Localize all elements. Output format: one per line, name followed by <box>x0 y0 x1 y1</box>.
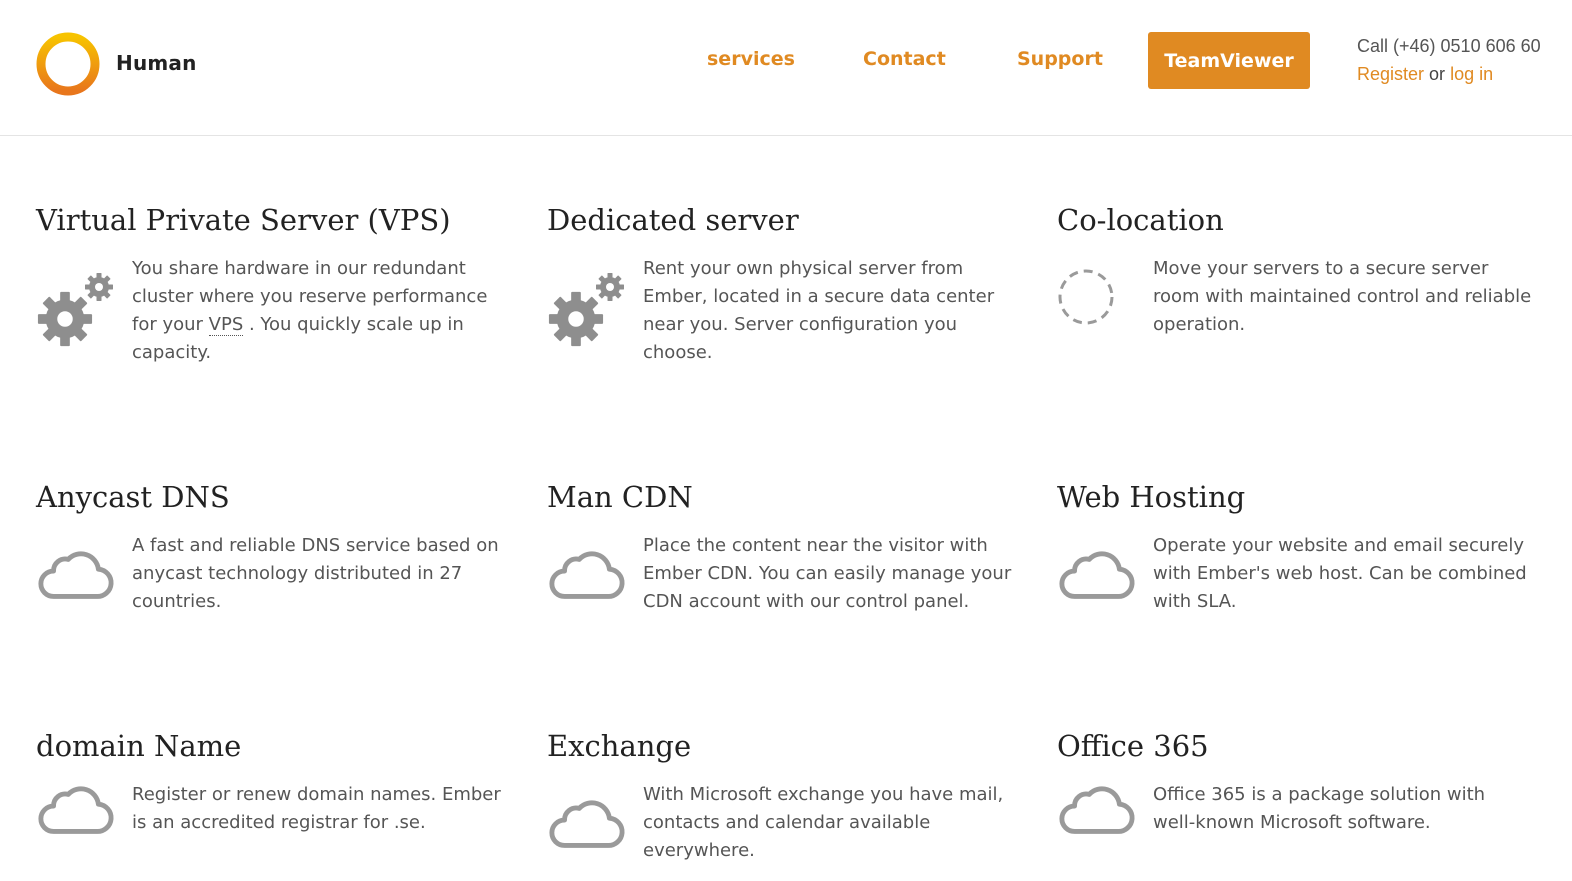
service-title: Virtual Private Server (VPS) <box>36 203 451 237</box>
register-link[interactable]: Register <box>1357 64 1424 84</box>
service-description: A fast and reliable DNS service based on… <box>132 535 499 612</box>
service-title: domain Name <box>36 729 242 763</box>
service-title: Office 365 <box>1057 729 1209 763</box>
service-card-web-hosting: Web Hosting Operate your website and ema… <box>1057 479 1537 612</box>
cloud-icon <box>36 782 114 838</box>
service-description: Rent your own physical server from Ember… <box>643 258 995 363</box>
brand-name[interactable]: Human <box>116 51 197 75</box>
dashed-circle-icon <box>1058 269 1114 325</box>
login-link[interactable]: log in <box>1450 64 1493 84</box>
gears-icon <box>37 273 113 347</box>
service-description: Place the content near the visitor with … <box>643 535 1012 612</box>
cloud-icon <box>1057 782 1135 838</box>
service-title: Man CDN <box>547 480 693 514</box>
service-title: Co-location <box>1057 203 1224 237</box>
service-description: Office 365 is a package solution with we… <box>1153 784 1486 833</box>
service-title: Web Hosting <box>1057 480 1246 514</box>
auth-links: Register or log in <box>1357 64 1493 85</box>
service-card-anycast-dns: Anycast DNS A fast and reliable DNS serv… <box>36 479 516 612</box>
site-header: Human services Contact Support TeamViewe… <box>0 0 1572 136</box>
vps-abbr: VPS <box>208 314 244 336</box>
service-card-dedicated: Dedicated server Rent your own physical … <box>547 202 1027 363</box>
service-card-vps: Virtual Private Server (VPS) You share h… <box>36 202 516 363</box>
service-description: Operate your website and email securely … <box>1153 535 1527 612</box>
service-title: Dedicated server <box>547 203 799 237</box>
nav-services[interactable]: services <box>707 48 795 70</box>
cloud-icon <box>547 796 625 852</box>
service-card-cdn: Man CDN Place the content near the visit… <box>547 479 1027 612</box>
service-title: Exchange <box>547 729 692 763</box>
logo-ring-icon[interactable] <box>36 32 100 96</box>
cloud-icon <box>547 547 625 603</box>
service-description: With Microsoft exchange you have mail, c… <box>643 784 1004 861</box>
nav-contact[interactable]: Contact <box>863 48 946 70</box>
service-card-colocation: Co-location Move your servers to a secur… <box>1057 202 1537 335</box>
call-phone-text: Call (+46) 0510 606 60 <box>1357 36 1541 56</box>
service-description: You share hardware in our redundant clus… <box>132 258 488 363</box>
service-description: Register or renew domain names. Ember is… <box>132 784 501 833</box>
service-description: Move your servers to a secure server roo… <box>1153 258 1532 335</box>
service-card-office-365: Office 365 Office 365 is a package solut… <box>1057 728 1537 764</box>
service-title: Anycast DNS <box>36 480 230 514</box>
service-card-domain-name: domain Name Register or renew domain nam… <box>36 728 516 764</box>
teamviewer-button[interactable]: TeamViewer <box>1148 32 1310 89</box>
service-card-exchange: Exchange With Microsoft exchange you hav… <box>547 728 1027 861</box>
nav-support[interactable]: Support <box>1017 48 1103 70</box>
gears-icon <box>548 273 624 347</box>
or-text: or <box>1429 64 1446 84</box>
cloud-icon <box>36 547 114 603</box>
cloud-icon <box>1057 547 1135 603</box>
